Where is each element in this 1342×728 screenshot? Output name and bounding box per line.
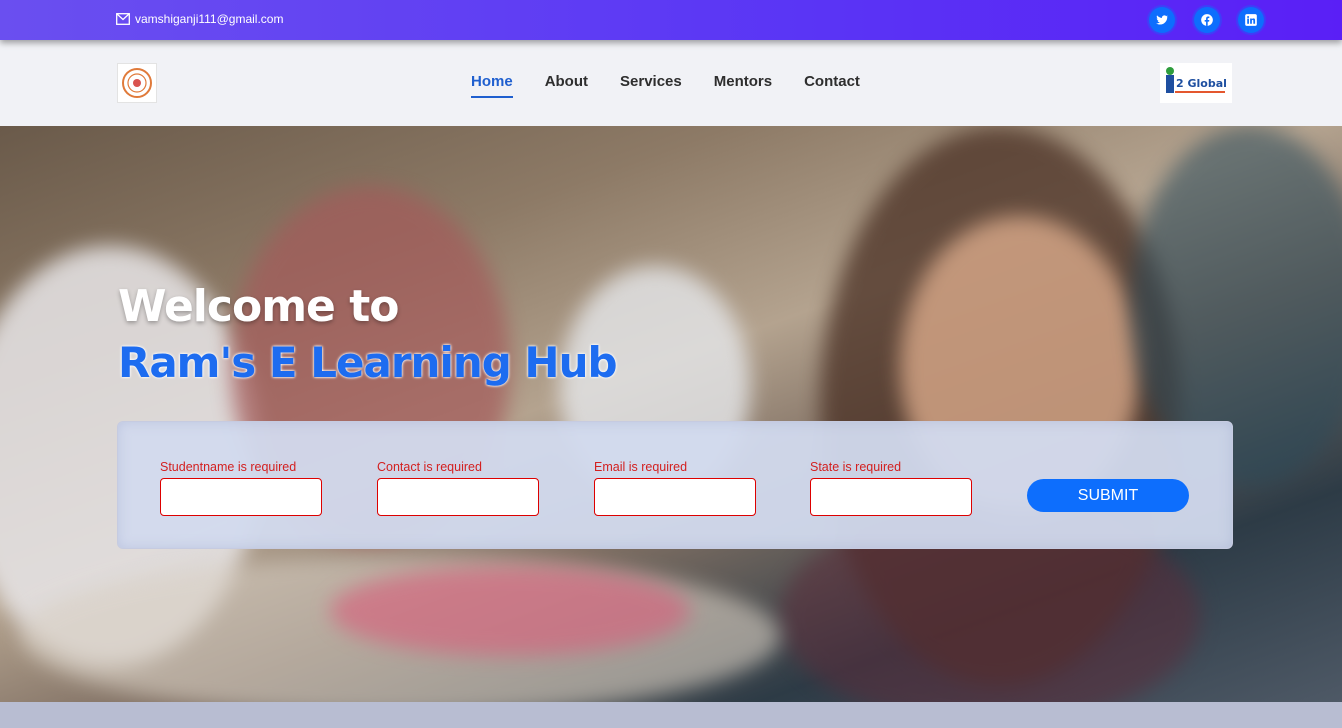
hero-section: Welcome to Ram's E Learning Hub Studentn… — [0, 126, 1342, 702]
nav-contact[interactable]: Contact — [804, 73, 860, 98]
main-navbar: Home About Services Mentors Contact 2 Gl… — [0, 40, 1342, 126]
studentname-error: Studentname is required — [160, 460, 297, 474]
partner-logo-text: 2 Global — [1176, 77, 1227, 90]
contact-field: Contact is required — [377, 460, 539, 516]
facebook-link[interactable] — [1194, 7, 1220, 33]
partner-logo-icon: 2 Global — [1166, 67, 1227, 93]
email-text: vamshiganji111@gmail.com — [135, 12, 284, 26]
mail-icon — [116, 13, 130, 25]
contact-email[interactable]: vamshiganji111@gmail.com — [116, 12, 283, 26]
site-logo[interactable] — [117, 63, 157, 103]
state-error: State is required — [810, 460, 902, 474]
registration-form: Studentname is required Contact is requi… — [117, 421, 1233, 549]
emblem-logo-icon — [122, 68, 152, 98]
linkedin-icon — [1245, 14, 1257, 26]
linkedin-link[interactable] — [1238, 7, 1264, 33]
hero-photo-shape — [330, 566, 690, 656]
top-bar: vamshiganji111@gmail.com — [0, 0, 1342, 40]
state-input[interactable] — [810, 478, 972, 516]
studentname-field: Studentname is required — [160, 460, 322, 516]
state-field: State is required — [810, 460, 972, 516]
nav-about[interactable]: About — [545, 73, 588, 98]
contact-input[interactable] — [377, 478, 539, 516]
twitter-link[interactable] — [1149, 7, 1175, 33]
submit-button[interactable]: SUBMIT — [1027, 479, 1189, 512]
nav-mentors[interactable]: Mentors — [714, 73, 772, 98]
hero-title-line2: Ram's E Learning Hub — [118, 338, 618, 387]
hero-heading: Welcome to Ram's E Learning Hub — [118, 281, 618, 387]
nav-menu: Home About Services Mentors Contact — [471, 73, 892, 98]
email-input[interactable] — [594, 478, 756, 516]
contact-error: Contact is required — [377, 460, 482, 474]
twitter-icon — [1156, 15, 1169, 25]
email-error: Email is required — [594, 460, 688, 474]
hero-title-line1: Welcome to — [118, 281, 399, 332]
partner-logo[interactable]: 2 Global — [1160, 63, 1232, 103]
email-field: Email is required — [594, 460, 756, 516]
nav-home[interactable]: Home — [471, 73, 513, 98]
studentname-input[interactable] — [160, 478, 322, 516]
facebook-icon — [1201, 14, 1213, 26]
page-footer-strip — [0, 702, 1342, 728]
nav-services[interactable]: Services — [620, 73, 682, 98]
